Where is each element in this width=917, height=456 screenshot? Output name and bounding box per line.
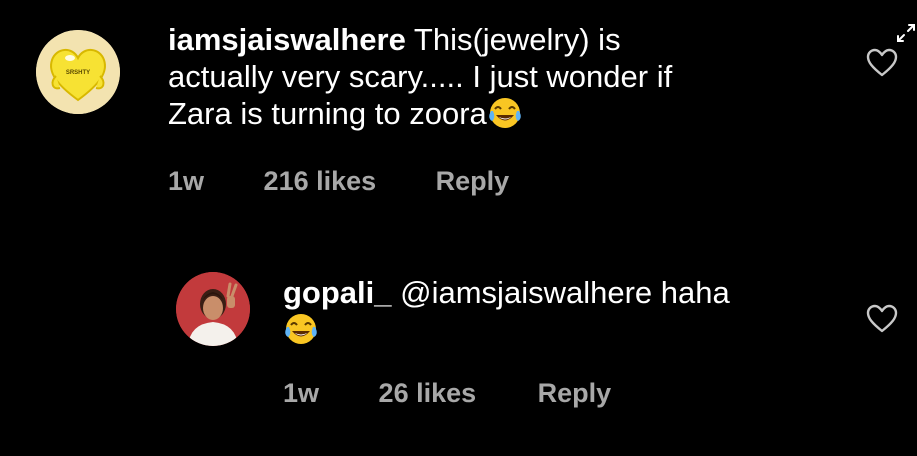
comment-meta: 1w 216 likes Reply: [168, 166, 509, 197]
reply-button[interactable]: Reply: [436, 166, 510, 197]
comment-iamsjaiswalhere: SRSHTY iamsjaiswalhere This(jewelry) is …: [0, 0, 917, 210]
face-with-tears-of-joy-icon: [285, 314, 317, 344]
likes-count[interactable]: 26 likes: [379, 378, 477, 409]
face-with-tears-of-joy-icon: [488, 98, 521, 128]
yellow-heart-avatar-icon: SRSHTY: [36, 30, 120, 114]
reply-button[interactable]: Reply: [538, 378, 612, 409]
reply-line-1: gopali_ @iamsjaiswalhere haha: [283, 274, 843, 311]
reply-line-2: [283, 311, 843, 348]
comment-body-line-1: This(jewelry) is: [413, 22, 621, 57]
avatar[interactable]: [176, 272, 250, 346]
username[interactable]: gopali_: [283, 275, 392, 310]
avatar[interactable]: SRSHTY: [36, 30, 120, 114]
heart-outline-icon[interactable]: [866, 48, 898, 78]
reply-comment-gopali: gopali_ @iamsjaiswalhere haha 1w 26 like…: [0, 230, 917, 456]
comment-age: 1w: [168, 166, 205, 196]
comment-line-3: Zara is turning to zoora: [168, 95, 848, 132]
comment-text: iamsjaiswalhere This(jewelry) is actuall…: [168, 21, 848, 132]
likes-count[interactable]: 216 likes: [264, 166, 377, 197]
reply-text: gopali_ @iamsjaiswalhere haha: [283, 274, 843, 348]
reply-meta: 1w 26 likes Reply: [283, 378, 611, 409]
comment-body-line-2: actually very scary..... I just wonder i…: [168, 59, 673, 94]
comment-line-1: iamsjaiswalhere This(jewelry) is: [168, 21, 848, 58]
comment-body-line-3: Zara is turning to zoora: [168, 96, 487, 131]
profile-photo-icon: [176, 272, 250, 346]
avatar-badge: SRSHTY: [66, 70, 90, 76]
comment-age: 1w: [283, 378, 320, 408]
username[interactable]: iamsjaiswalhere: [168, 22, 406, 57]
reply-body: @iamsjaiswalhere haha: [400, 275, 730, 310]
heart-outline-icon[interactable]: [866, 304, 898, 334]
